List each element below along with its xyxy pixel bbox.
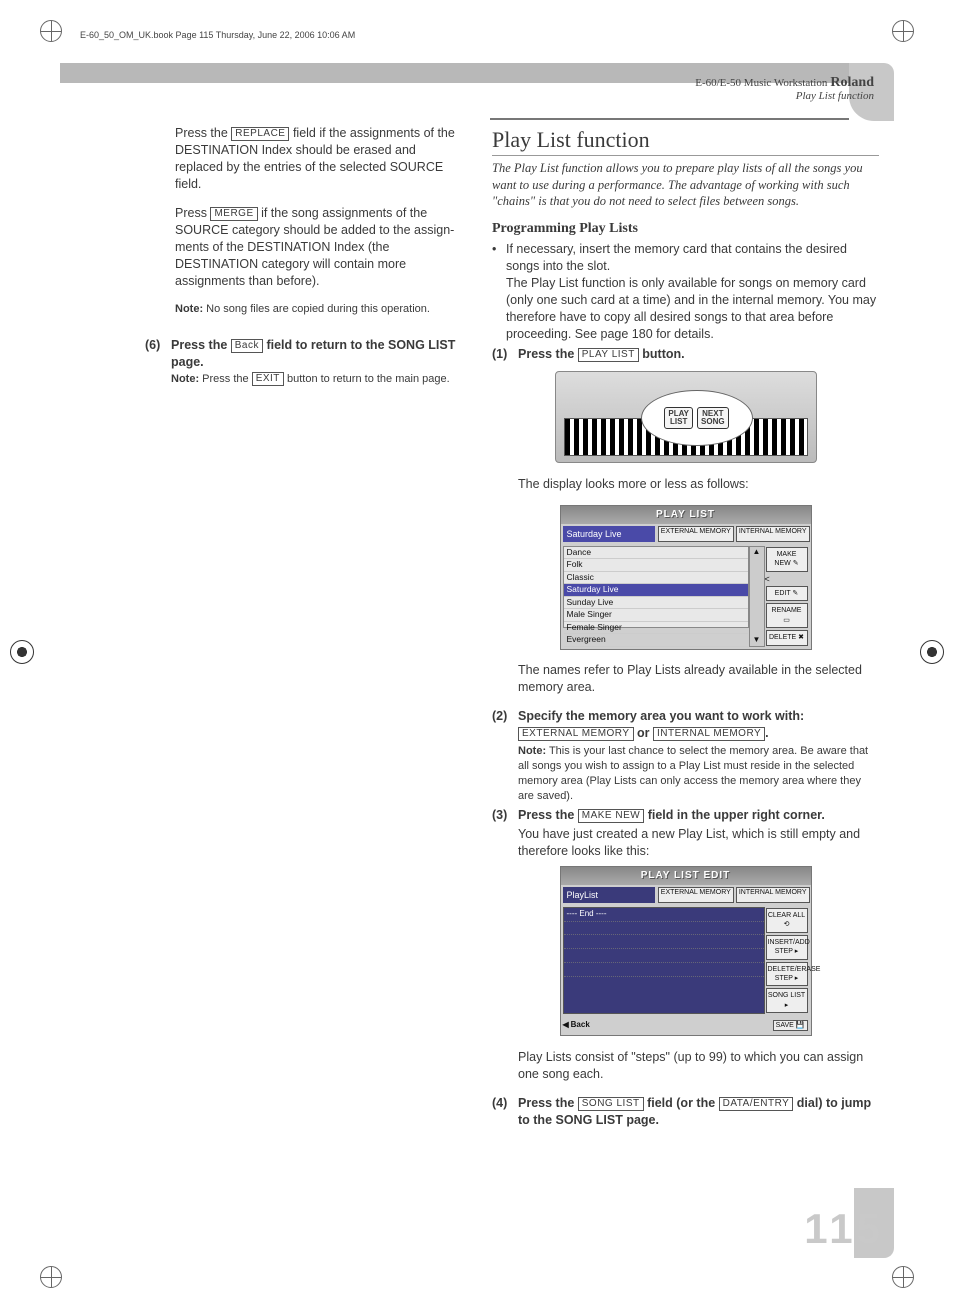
paragraph: The names refer to Play Lists already av…	[518, 662, 879, 696]
step-number: (3)	[492, 807, 518, 860]
intro-text: The Play List function allows you to pre…	[492, 160, 879, 211]
step-number: (2)	[492, 708, 518, 803]
registration-mark	[920, 640, 944, 664]
step-text: Specify the memory area you want to work…	[518, 708, 879, 803]
lcd-title: PLAY LIST	[561, 506, 811, 524]
back-arrow-icon: ◀	[563, 1020, 569, 1031]
paragraph: Press the REPLACE field if the assignmen…	[175, 125, 462, 193]
list-item[interactable]: Dance	[564, 547, 748, 559]
step-number: (6)	[145, 337, 171, 388]
rename-button[interactable]: RENAME ▭	[766, 603, 808, 628]
step-text: Press the SONG LIST field (or the DATA/E…	[518, 1095, 879, 1129]
list-item[interactable]: Classic	[564, 572, 748, 584]
lcd-playlist-screen: PLAY LIST Saturday Live EXTERNAL MEMORY …	[560, 505, 812, 649]
song-list-field[interactable]: SONG LIST	[578, 1097, 644, 1111]
step-text: Press the PLAY LIST button.	[518, 346, 879, 363]
section-title: Play List function	[492, 125, 879, 156]
back-field[interactable]: Back	[231, 339, 263, 353]
song-list-button[interactable]: SONG LIST ▸	[766, 988, 808, 1013]
exit-button[interactable]: EXIT	[252, 372, 284, 386]
replace-field[interactable]: REPLACE	[231, 127, 289, 141]
crop-mark	[892, 1266, 914, 1288]
lcd-step-list[interactable]: ---- End ----	[563, 907, 765, 1015]
step-number: (4)	[492, 1095, 518, 1129]
crop-mark	[40, 1266, 62, 1288]
delete-button[interactable]: DELETE ✖	[766, 630, 808, 645]
scroll-up-icon[interactable]: ▲	[750, 547, 764, 558]
make-new-field[interactable]: MAKE NEW	[578, 809, 644, 823]
list-item[interactable]: Male Singer	[564, 609, 748, 621]
list-item-selected[interactable]: Saturday Live	[564, 584, 748, 596]
delete-erase-step-button[interactable]: DELETE/ERASE STEP ▸	[766, 962, 808, 987]
save-button[interactable]: SAVE 💾	[773, 1020, 808, 1031]
external-memory-chip[interactable]: EXTERNAL MEMORY	[658, 526, 734, 542]
list-item[interactable]: Evergreen	[564, 634, 748, 646]
play-list-hw-button[interactable]: PLAY LIST	[664, 407, 693, 429]
lcd-selected-playlist: Saturday Live	[563, 526, 655, 542]
lcd-title: PLAY LIST EDIT	[561, 867, 811, 885]
clear-all-button[interactable]: CLEAR ALL ⟲	[766, 908, 808, 933]
subsection-title: Programming Play Lists	[492, 220, 879, 239]
registration-mark	[10, 640, 34, 664]
list-item[interactable]: Female Singer	[564, 622, 748, 634]
list-item[interactable]: Sunday Live	[564, 597, 748, 609]
bullet-icon: •	[492, 241, 506, 342]
step-text: Press the Back field to return to the SO…	[171, 337, 462, 388]
note: Note: No song files are copied during th…	[175, 302, 462, 317]
merge-field[interactable]: MERGE	[210, 207, 257, 221]
keyboard-illustration: PLAY LIST NEXT SONG	[555, 371, 817, 463]
paragraph: Play Lists consist of "steps" (up to 99)…	[518, 1049, 879, 1083]
crop-mark	[892, 20, 914, 42]
back-button[interactable]: ◀ Back	[563, 1018, 590, 1033]
step-number: (1)	[492, 346, 518, 363]
list-end-row: ---- End ----	[564, 908, 764, 922]
bullet-text: If necessary, insert the memory card tha…	[506, 241, 879, 342]
step-text: Press the MAKE NEW field in the upper ri…	[518, 807, 879, 860]
crop-mark	[40, 20, 62, 42]
lcd-playlist-name: PlayList	[563, 887, 655, 903]
callout-bubble: PLAY LIST NEXT SONG	[641, 390, 753, 446]
scroll-down-icon[interactable]: ▼	[750, 635, 764, 646]
page-number: 115	[804, 1205, 884, 1253]
play-list-button[interactable]: PLAY LIST	[578, 348, 639, 362]
internal-memory-chip[interactable]: INTERNAL MEMORY	[736, 526, 810, 542]
external-memory-chip[interactable]: EXTERNAL MEMORY	[658, 887, 734, 903]
data-entry-dial[interactable]: DATA/ENTRY	[719, 1097, 794, 1111]
paragraph: The display looks more or less as follow…	[518, 476, 879, 493]
next-song-hw-button[interactable]: NEXT SONG	[697, 407, 729, 429]
make-new-button[interactable]: MAKE NEW ✎	[766, 547, 808, 572]
paragraph: Press MERGE if the song assignments of t…	[175, 205, 462, 289]
page-meta: E-60_50_OM_UK.book Page 115 Thursday, Ju…	[80, 30, 355, 40]
insert-add-step-button[interactable]: INSERT/ADD STEP ▸	[766, 935, 808, 960]
internal-memory-field[interactable]: INTERNAL MEMORY	[653, 727, 765, 741]
lcd-playlist-edit-screen: PLAY LIST EDIT PlayList EXTERNAL MEMORY …	[560, 866, 812, 1036]
list-item[interactable]: Folk	[564, 559, 748, 571]
external-memory-field[interactable]: EXTERNAL MEMORY	[518, 727, 634, 741]
lcd-playlist-list[interactable]: Dance Folk Classic Saturday Live Sunday …	[563, 546, 749, 628]
edit-button[interactable]: EDIT ✎	[766, 586, 808, 601]
internal-memory-chip[interactable]: INTERNAL MEMORY	[736, 887, 810, 903]
scrollbar[interactable]: ▲▼	[749, 546, 765, 647]
